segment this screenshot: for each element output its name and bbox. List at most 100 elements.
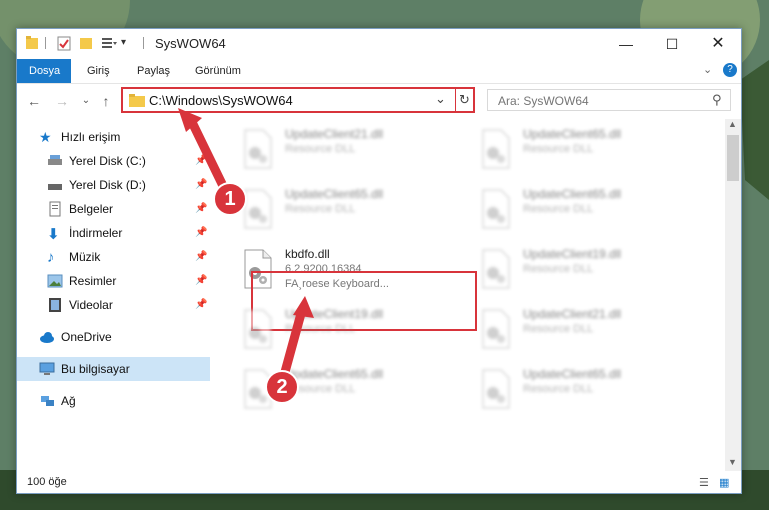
pin-icon[interactable]: 📌 [195, 227, 207, 238]
dll-file-icon [482, 249, 510, 289]
file-item[interactable]: UpdateClient65.dll Resource DLL [237, 183, 457, 235]
search-box[interactable]: ⚲ [487, 89, 731, 111]
dll-file-icon [244, 309, 272, 349]
pin-icon[interactable]: 📌 [195, 275, 207, 286]
properties-icon[interactable] [57, 34, 71, 52]
file-item[interactable]: UpdateClient65.dll Resource DLL [475, 183, 695, 235]
scroll-down-icon[interactable]: ▼ [728, 457, 737, 467]
step-badge-2: 2 [265, 370, 299, 404]
sidebar-item-label: Resimler [69, 274, 117, 288]
help-icon[interactable]: ? [723, 63, 737, 77]
file-name: UpdateClient65.dll [285, 367, 384, 381]
file-name: kbdfo.dll [285, 247, 330, 261]
customize-icon[interactable] [101, 34, 117, 52]
refresh-button[interactable]: ↻ [455, 87, 475, 113]
sidebar-item-label: Ağ [61, 394, 76, 408]
tiles-view-icon[interactable]: ▦ [719, 476, 729, 489]
sidebar-item-quick-access[interactable]: ★ Hızlı erişim [17, 125, 210, 149]
details-view-icon[interactable]: ☰ [699, 476, 709, 489]
documents-icon [49, 201, 61, 217]
sidebar-item-label: OneDrive [61, 330, 112, 344]
step-badge-1: 1 [213, 182, 247, 216]
sidebar-item-music[interactable]: ♪ Müzik 📌 [17, 245, 210, 269]
sidebar-item-onedrive[interactable]: OneDrive [17, 325, 210, 349]
file-item[interactable]: UpdateClient21.dll Resource DLL [237, 123, 457, 175]
sidebar-item-network[interactable]: Ağ [17, 389, 210, 413]
chevron-down-icon[interactable]: ⌄ [435, 91, 446, 107]
folder-icon [129, 94, 145, 107]
pin-icon[interactable]: 📌 [195, 251, 207, 262]
up-button[interactable]: ↑ [97, 92, 115, 110]
sidebar-item-label: İndirmeler [69, 226, 123, 240]
sidebar-item-videos[interactable]: Videolar 📌 [17, 293, 210, 317]
file-description: Resource DLL [523, 143, 594, 155]
maximize-button[interactable]: ☐ [649, 29, 695, 59]
sidebar-item-label: Belgeler [69, 202, 114, 216]
recent-locations-button[interactable]: ⌄ [77, 92, 95, 110]
forward-button[interactable]: → [53, 92, 71, 110]
file-name: UpdateClient19.dll [523, 247, 622, 261]
dll-file-icon [244, 189, 272, 229]
sidebar-item-local-disk-d[interactable]: Yerel Disk (D:) 📌 [17, 173, 210, 197]
dll-file-icon [482, 309, 510, 349]
sidebar-item-label: Videolar [69, 298, 113, 312]
close-button[interactable]: ✕ [695, 29, 741, 59]
file-item[interactable]: UpdateClient19.dll Resource DLL [237, 303, 457, 355]
file-description: Resource DLL [285, 323, 356, 335]
drive-icon [48, 155, 62, 165]
dll-file-icon [482, 369, 510, 409]
pin-icon[interactable]: 📌 [195, 203, 207, 214]
address-toolbar: ← → ⌄ ↑ C:\Windows\SysWOW64 ⌄ ↻ ⚲ [17, 84, 741, 118]
sidebar-item-this-pc[interactable]: Bu bilgisayar [17, 357, 210, 381]
sidebar-item-downloads[interactable]: ⬇ İndirmeler 📌 [17, 221, 210, 245]
sidebar-item-label: Yerel Disk (D:) [69, 178, 146, 192]
tab-view[interactable]: Görünüm [183, 59, 253, 83]
star-icon: ★ [39, 129, 52, 145]
search-icon[interactable]: ⚲ [712, 92, 722, 108]
download-icon: ⬇ [47, 226, 60, 243]
new-folder-icon[interactable] [79, 34, 93, 52]
file-item[interactable]: UpdateClient21.dll Resource DLL [475, 303, 695, 355]
dll-file-icon [482, 189, 510, 229]
item-count: 100 öğe [27, 476, 67, 488]
scroll-up-icon[interactable]: ▲ [728, 119, 737, 129]
sidebar-item-label: Müzik [69, 250, 101, 264]
pin-icon[interactable]: 📌 [195, 155, 207, 166]
separator [143, 37, 144, 49]
search-input[interactable] [496, 92, 700, 110]
tab-home[interactable]: Giriş [75, 59, 122, 83]
minimize-button[interactable]: — [603, 29, 649, 59]
file-description: Resource DLL [523, 263, 594, 275]
file-name: UpdateClient19.dll [285, 307, 384, 321]
ribbon: Dosya Giriş Paylaş Görünüm ⌄ ? [17, 59, 741, 84]
tab-file[interactable]: Dosya [17, 59, 71, 83]
pin-icon[interactable]: 📌 [195, 299, 207, 310]
file-name: UpdateClient21.dll [285, 127, 384, 141]
file-item[interactable]: UpdateClient65.dll Resource DLL [475, 363, 695, 415]
network-icon [41, 396, 54, 406]
sidebar-item-label: Yerel Disk (C:) [69, 154, 146, 168]
sidebar-item-documents[interactable]: Belgeler 📌 [17, 197, 210, 221]
file-description: Resource DLL [523, 383, 594, 395]
scrollbar-thumb[interactable] [727, 135, 739, 181]
vertical-scrollbar[interactable]: ▲ ▼ [725, 119, 741, 471]
navigation-pane: ★ Hızlı erişim Yerel Disk (C:) 📌 Yerel D… [17, 119, 210, 471]
music-icon: ♪ [47, 249, 55, 266]
dll-file-icon [482, 129, 510, 169]
separator [45, 37, 46, 49]
sidebar-item-local-disk-c[interactable]: Yerel Disk (C:) 📌 [17, 149, 210, 173]
window-title: SysWOW64 [155, 36, 226, 51]
file-description: Resource DLL [523, 203, 594, 215]
address-bar[interactable]: C:\Windows\SysWOW64 ⌄ [121, 87, 475, 113]
pin-icon[interactable]: 📌 [195, 179, 207, 190]
tab-share[interactable]: Paylaş [125, 59, 182, 83]
chevron-down-icon[interactable]: ⌄ [703, 63, 712, 76]
back-button[interactable]: ← [25, 92, 43, 110]
file-item[interactable]: UpdateClient19.dll Resource DLL [475, 243, 695, 295]
sidebar-item-pictures[interactable]: Resimler 📌 [17, 269, 210, 293]
file-item[interactable]: UpdateClient65.dll Resource DLL [475, 123, 695, 175]
title-bar: ▾ SysWOW64 — ☐ ✕ [17, 29, 741, 59]
pictures-icon [47, 274, 63, 288]
file-description: Resource DLL [523, 323, 594, 335]
dropdown-icon[interactable]: ▾ [121, 37, 131, 55]
